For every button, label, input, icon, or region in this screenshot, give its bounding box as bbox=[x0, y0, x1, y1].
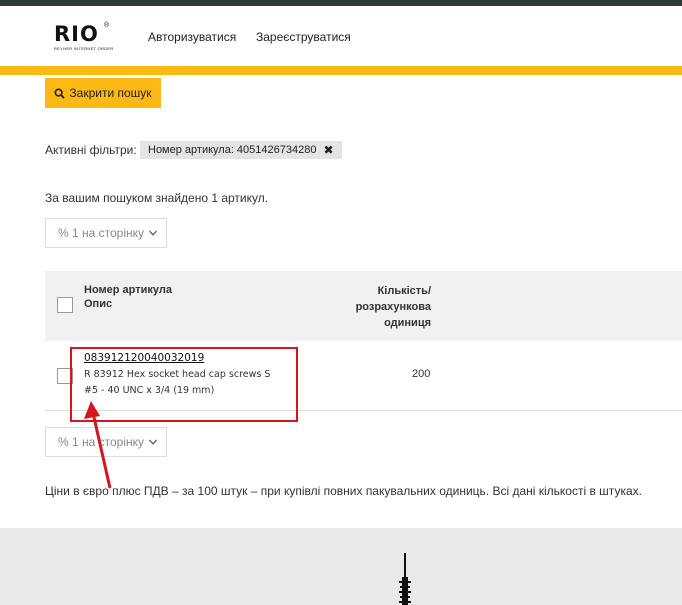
annotation-highlight-box bbox=[70, 347, 298, 422]
register-link[interactable]: Зареєструватися bbox=[256, 30, 351, 44]
article-quantity: 200 bbox=[412, 368, 431, 380]
close-icon[interactable]: ✖ bbox=[323, 143, 333, 157]
per-page-value: % 1 на сторінку bbox=[58, 226, 145, 240]
site-header: RIO ® REYHER INTERNET ORDER Авторизувати… bbox=[0, 6, 682, 66]
footer bbox=[0, 528, 682, 605]
chevron-down-icon bbox=[148, 230, 158, 236]
filter-chip-label: Номер артикула: 4051426734280 bbox=[148, 144, 317, 156]
per-page-select-bottom[interactable]: % 1 на сторінку bbox=[45, 427, 167, 457]
select-all-checkbox[interactable] bbox=[57, 297, 73, 313]
active-filters-label: Активні фільтри: bbox=[45, 143, 137, 157]
column-quantity: Кількість/ розрахункова одиниця bbox=[355, 285, 431, 329]
rio-logo[interactable]: RIO ® REYHER INTERNET ORDER bbox=[54, 22, 114, 54]
column-article: Номер артикула Опис bbox=[84, 284, 172, 310]
chevron-down-icon bbox=[148, 439, 158, 445]
close-search-button[interactable]: Закрити пошук bbox=[45, 78, 161, 108]
filter-chip: Номер артикула: 4051426734280 ✖ bbox=[140, 141, 342, 159]
header-accent-band bbox=[0, 66, 682, 75]
table-header: Номер артикула Опис Кількість/ розрахунк… bbox=[45, 271, 682, 341]
per-page-select-top[interactable]: % 1 на сторінку bbox=[45, 218, 167, 248]
result-count: За вашим пошуком знайдено 1 артикул. bbox=[45, 191, 269, 205]
close-search-label: Закрити пошук bbox=[69, 86, 152, 100]
per-page-value: % 1 на сторінку bbox=[58, 435, 145, 449]
tower-icon bbox=[399, 553, 411, 605]
login-link[interactable]: Авторизуватися bbox=[148, 30, 236, 44]
search-icon bbox=[54, 87, 66, 99]
price-note: Ціни в євро плюс ПДВ – за 100 штук – при… bbox=[45, 484, 642, 498]
